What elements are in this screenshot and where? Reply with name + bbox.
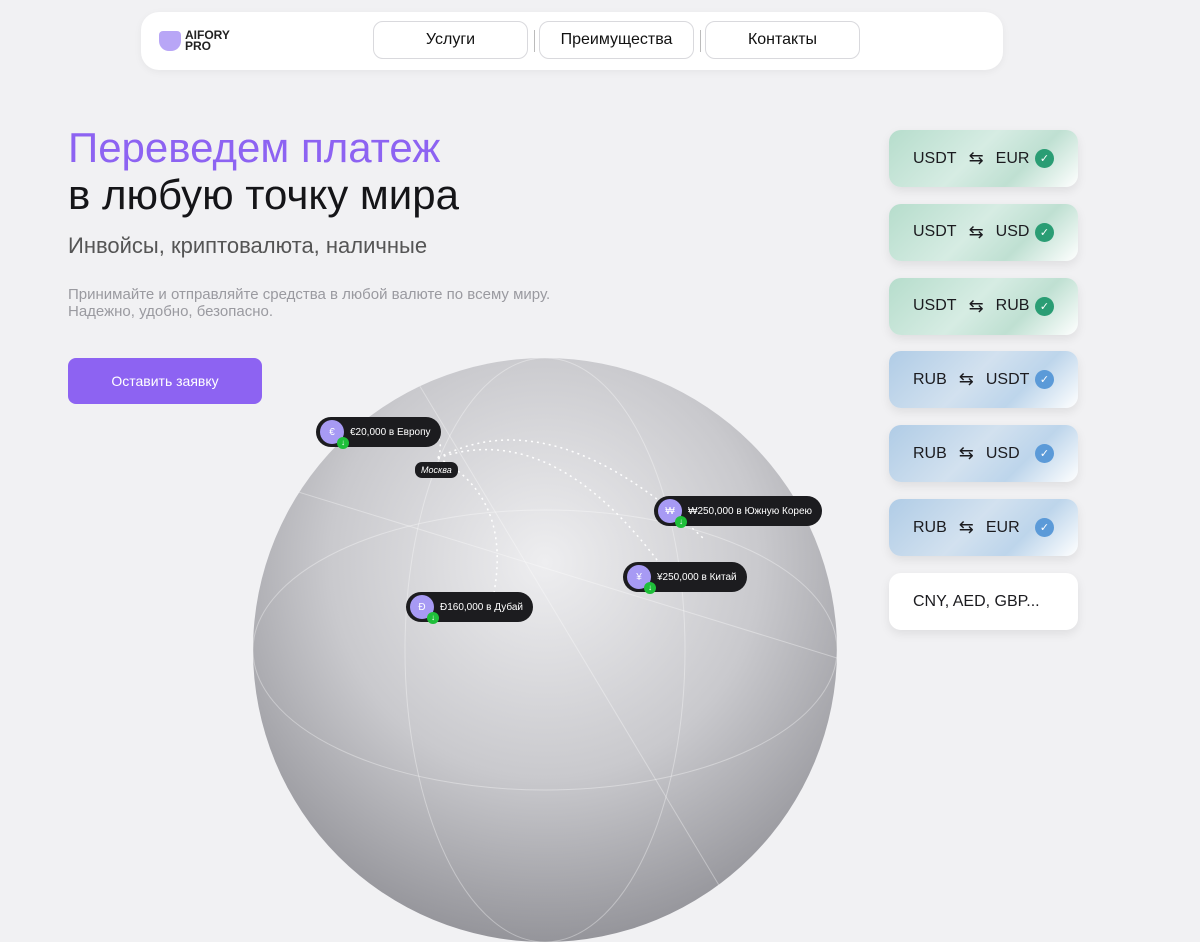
hero-title-main: в любую точку мира [68,171,459,218]
nav-advantages[interactable]: Преимущества [539,21,694,59]
transfer-korea: ₩↓₩250,000 в Южную Корею [654,496,822,526]
arrow-down-icon: ↓ [337,437,349,449]
transfer-china: ¥↓¥250,000 в Китай [623,562,747,592]
swap-arrows-icon: ⇆ [959,517,974,538]
pair-to: USD [986,445,1020,463]
check-icon: ✓ [1035,149,1054,168]
more-currencies-label: CNY, AED, GBP... [913,593,1040,611]
coin-symbol: ¥ [636,572,642,583]
swap-arrows-icon: ⇆ [959,443,974,464]
check-icon: ✓ [1035,370,1054,389]
currency-pair-card[interactable]: USDT ⇆ EUR ✓ [889,130,1078,187]
coin-symbol: € [329,427,335,438]
transfer-label: ₩250,000 в Южную Корею [688,506,812,517]
swap-arrows-icon: ⇆ [959,369,974,390]
check-icon: ✓ [1035,223,1054,242]
more-currencies-card[interactable]: CNY, AED, GBP... [889,573,1078,630]
nav-contacts[interactable]: Контакты [705,21,860,59]
hero-description: Принимайте и отправляйте средства в любо… [68,286,550,320]
logo-text-sub: PRO [185,39,211,53]
yuan-icon: ¥↓ [627,565,651,589]
hero-title-accent: Переведем платеж [68,124,459,171]
pair-from: RUB [913,519,947,537]
currency-pair-card[interactable]: RUB ⇆ EUR ✓ [889,499,1078,556]
transfer-label: Đ160,000 в Дубай [440,602,523,613]
pair-from: USDT [913,297,957,315]
currency-pair-card[interactable]: RUB ⇆ USD ✓ [889,425,1078,482]
pair-from: USDT [913,150,957,168]
pair-to: EUR [996,150,1030,168]
pair-to: EUR [986,519,1020,537]
city-label-moscow: Москва [415,462,458,478]
pair-to: RUB [996,297,1030,315]
pair-from: RUB [913,371,947,389]
top-nav: AIFORYPRO Услуги Преимущества Контакты [141,12,1003,70]
check-icon: ✓ [1035,518,1054,537]
swap-arrows-icon: ⇆ [969,222,984,243]
coin-symbol: ₩ [665,506,674,517]
euro-icon: €↓ [320,420,344,444]
hero-subtitle: Инвойсы, криптовалюта, наличные [68,233,427,259]
divider [534,30,535,52]
pair-to: USDT [986,371,1030,389]
transfer-europe: €↓€20,000 в Европу [316,417,441,447]
currency-pair-card[interactable]: USDT ⇆ USD ✓ [889,204,1078,261]
currency-pair-card[interactable]: RUB ⇆ USDT ✓ [889,351,1078,408]
arrow-down-icon: ↓ [427,612,439,624]
check-icon: ✓ [1035,444,1054,463]
pair-from: USDT [913,223,957,241]
desc-line: Принимайте и отправляйте средства в любо… [68,286,550,303]
hero-title: Переведем платежв любую точку мира [68,124,459,218]
won-icon: ₩↓ [658,499,682,523]
arrow-down-icon: ↓ [675,516,687,528]
check-icon: ✓ [1035,297,1054,316]
swap-arrows-icon: ⇆ [969,296,984,317]
transfer-label: ¥250,000 в Китай [657,572,737,583]
logo-icon [159,31,181,51]
desc-line: Надежно, удобно, безопасно. [68,303,550,320]
currency-pair-card[interactable]: USDT ⇆ RUB ✓ [889,278,1078,335]
coin-symbol: Đ [418,602,425,613]
transfer-dubai: Đ↓Đ160,000 в Дубай [406,592,533,622]
nav-services[interactable]: Услуги [373,21,528,59]
submit-request-button[interactable]: Оставить заявку [68,358,262,404]
arrow-down-icon: ↓ [644,582,656,594]
swap-arrows-icon: ⇆ [969,148,984,169]
pair-to: USD [996,223,1030,241]
logo[interactable]: AIFORYPRO [159,30,245,52]
divider [700,30,701,52]
pair-from: RUB [913,445,947,463]
transfer-label: €20,000 в Европу [350,427,431,438]
dirham-icon: Đ↓ [410,595,434,619]
